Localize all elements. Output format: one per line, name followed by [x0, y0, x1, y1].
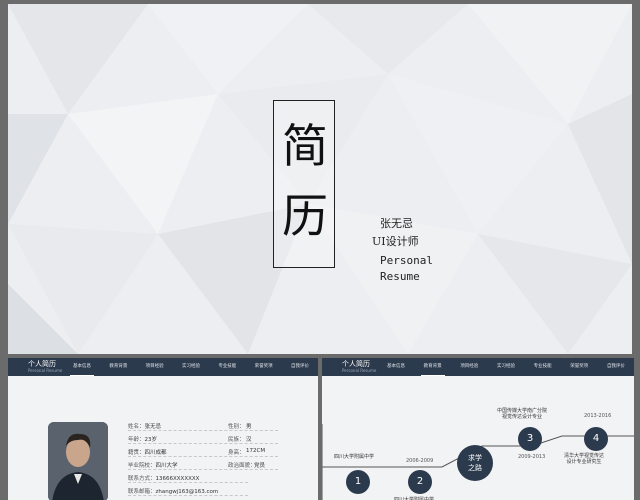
nav-item-skills[interactable]: 专业技能	[531, 358, 555, 376]
education-center-badge: 求学 之路	[457, 445, 493, 481]
timeline-step-label: 四川大学附属中学	[334, 454, 375, 460]
profile-photo	[48, 422, 108, 500]
nav-items: 基本信息 教育背景 项目经验 实习经验 专业技能 荣誉奖项 自我评价	[70, 358, 318, 376]
info-key: 年龄：	[128, 437, 145, 443]
cover-slide[interactable]: 简 历 张无忌 UI设计师 Personal Resume	[8, 4, 632, 354]
info-key: 姓名：	[128, 424, 145, 430]
info-value: 四川成都	[144, 450, 167, 456]
info-key: 籍贯：	[128, 450, 145, 456]
nav-item-education[interactable]: 教育背景	[106, 358, 130, 376]
nav-brand: 个人简历 Personal Resume	[28, 360, 62, 374]
nav-item-basic-info[interactable]: 基本信息	[384, 358, 408, 376]
nav-item-basic-info[interactable]: 基本信息	[70, 358, 94, 376]
title-character-2: 历	[282, 189, 328, 243]
info-row: 姓名：张无忌 性别：男	[128, 422, 278, 431]
timeline-step-year: 2006-2009	[406, 458, 434, 464]
title-character-1: 简	[282, 119, 328, 173]
info-row: 联系方式：13666XXXXXXX	[128, 474, 248, 483]
nav-item-self-review[interactable]: 自我评价	[288, 358, 312, 376]
info-key: 性别：	[228, 424, 245, 430]
nav-items: 基本信息 教育背景 项目经验 实习经验 专业技能 荣誉奖项 自我评价	[384, 358, 634, 376]
slide-viewer: 简 历 张无忌 UI设计师 Personal Resume 个人简历 Perso…	[0, 0, 640, 500]
center-label-2: 之路	[468, 464, 482, 472]
info-key: 毕业院校：	[128, 463, 156, 469]
nav-item-internship[interactable]: 实习经验	[494, 358, 518, 376]
info-key: 民族：	[228, 437, 245, 443]
info-key: 政治面貌：	[228, 463, 256, 469]
center-label-1: 求学	[468, 454, 482, 462]
timeline-step-year: 2009-2013	[518, 454, 546, 460]
info-row: 联系邮箱：zhangwj163@163.com	[128, 487, 248, 496]
info-value: 党员	[254, 463, 266, 469]
english-title-line-1: Personal	[380, 254, 433, 267]
nav-brand-title: 个人简历	[342, 360, 370, 368]
info-value: zhangwj163@163.com	[155, 489, 219, 495]
timeline-step-label: 中国传媒大学南广分院 视觉传达设计专业	[497, 408, 548, 420]
nav-brand-title: 个人简历	[28, 360, 56, 368]
info-row: 年龄：23岁 民族：汉	[128, 435, 278, 444]
info-value: 汉	[246, 437, 252, 443]
info-value: 四川大学	[155, 463, 178, 469]
info-value: 男	[246, 424, 252, 430]
job-title: UI设计师	[372, 235, 419, 248]
nav-item-projects[interactable]: 项目经验	[143, 358, 167, 376]
timeline-step-label: 清华大学视觉传达 设计专业研究生	[564, 453, 605, 465]
nav-brand-subtitle: Personal Resume	[342, 368, 377, 373]
info-value: 172CM	[246, 448, 266, 454]
nav-item-education[interactable]: 教育背景	[420, 358, 445, 376]
info-row: 籍贯：四川成都 身高： 172CM	[128, 448, 278, 457]
info-value: 13666XXXXXXX	[155, 476, 200, 482]
english-title-line-2: Resume	[380, 270, 420, 283]
timeline-step-year: 2013-2016	[584, 413, 612, 419]
nav-item-projects[interactable]: 项目经验	[457, 358, 481, 376]
info-value: 张无忌	[144, 424, 162, 430]
nav-item-awards[interactable]: 荣誉奖项	[252, 358, 276, 376]
timeline-step-number: 1	[346, 470, 370, 494]
person-silhouette-icon	[48, 422, 108, 500]
info-value: 23岁	[144, 437, 158, 443]
nav-item-self-review[interactable]: 自我评价	[604, 358, 628, 376]
timeline-step-number: 3	[518, 427, 542, 451]
slide-nav-bar: 个人简历 Personal Resume 基本信息 教育背景 项目经验 实习经验…	[322, 358, 634, 376]
slide-thumbnail-basic-info[interactable]: 个人简历 Personal Resume 基本信息 教育背景 项目经验 实习经验…	[8, 358, 318, 500]
info-row: 毕业院校：四川大学 政治面貌： 党员	[128, 461, 278, 470]
nav-brand-subtitle: Personal Resume	[28, 368, 63, 373]
title-frame: 简 历	[273, 100, 335, 268]
slide-nav-bar: 个人简历 Personal Resume 基本信息 教育背景 项目经验 实习经验…	[8, 358, 318, 376]
nav-item-internship[interactable]: 实习经验	[179, 358, 203, 376]
timeline-step-number: 2	[408, 470, 432, 494]
nav-item-awards[interactable]: 荣誉奖项	[567, 358, 591, 376]
info-key: 联系邮箱：	[128, 489, 156, 495]
person-name: 张无忌	[380, 217, 413, 230]
nav-brand: 个人简历 Personal Resume	[342, 360, 376, 374]
info-key: 身高：	[228, 450, 245, 456]
info-key: 联系方式：	[128, 476, 156, 482]
timeline-step-number: 4	[584, 427, 608, 451]
slide-thumbnail-education[interactable]: 个人简历 Personal Resume 基本信息 教育背景 项目经验 实习经验…	[322, 358, 634, 500]
nav-item-skills[interactable]: 专业技能	[215, 358, 239, 376]
